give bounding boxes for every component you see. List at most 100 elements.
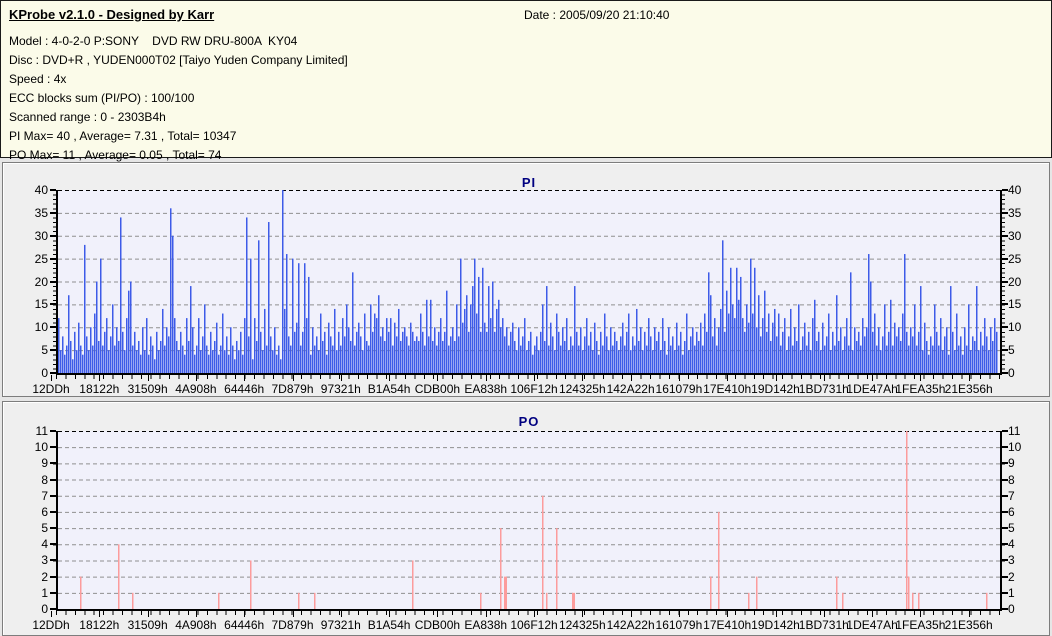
pi-bar	[146, 318, 148, 373]
pi-bar	[452, 327, 454, 373]
pi-x-minor-ticks	[56, 375, 1002, 379]
pi-bar	[482, 267, 484, 373]
pi-bar	[812, 318, 814, 373]
pi-bar	[506, 327, 508, 373]
po-y-tick-left	[50, 510, 56, 513]
pi-y-tick-left	[50, 189, 56, 191]
pi-bar	[358, 322, 360, 373]
pi-bar	[272, 350, 274, 373]
po-x-tick	[920, 611, 922, 617]
pi-y-axis-label-left: 40	[34, 183, 48, 197]
pi-x-axis-label: 161079h	[655, 382, 703, 396]
pi-bar	[362, 350, 364, 373]
pi-bar	[444, 331, 446, 373]
pi-bar	[572, 345, 574, 373]
po-y-axis-label-right: 1	[1008, 585, 1015, 600]
pi-bar	[620, 336, 622, 373]
pi-x-axis-label: EA838h	[464, 382, 508, 396]
pi-bar	[210, 331, 212, 373]
pi-bar	[438, 331, 440, 373]
po-x-tick	[678, 611, 680, 617]
pi-bar	[442, 340, 444, 373]
pi-bar	[68, 295, 70, 373]
pi-bar	[722, 240, 724, 373]
pi-bar	[316, 336, 318, 373]
pi-bar	[550, 322, 552, 373]
pi-bar	[866, 327, 868, 373]
pi-bar	[566, 318, 568, 373]
pi-bar	[936, 331, 938, 373]
pi-bar	[344, 336, 346, 373]
pi-bar	[170, 208, 172, 373]
pi-bar	[830, 350, 832, 373]
pi-bar	[338, 331, 340, 373]
pi-bar	[814, 299, 816, 373]
pi-bar	[500, 327, 502, 373]
pi-y-tick-left	[50, 349, 56, 352]
pi-bar	[584, 336, 586, 373]
pi-bar	[870, 281, 872, 373]
pi-x-axis-label: B1A54h	[367, 382, 411, 396]
pi-x-axis-label: 31509h	[127, 382, 168, 396]
pi-bar	[182, 345, 184, 373]
pi-bar	[332, 345, 334, 373]
pi-bar	[258, 240, 260, 373]
pi-bar	[626, 331, 628, 373]
pi-bar	[994, 318, 996, 373]
pi-bar	[860, 345, 862, 373]
pi-bar	[798, 304, 800, 373]
pi-bar	[590, 331, 592, 373]
pi-bar	[60, 350, 62, 373]
pi-bar	[102, 345, 104, 373]
po-plot-area	[50, 430, 1008, 617]
pi-bar	[816, 340, 818, 373]
pi-bar	[450, 336, 452, 373]
po-x-tick	[437, 611, 439, 617]
pi-bar	[720, 308, 722, 373]
pi-bar	[72, 359, 74, 373]
po-x-axis-label: 161079h	[655, 618, 703, 632]
pi-bar	[112, 304, 114, 373]
pi-bar	[460, 258, 462, 373]
pi-bar	[394, 322, 396, 373]
pi-bar	[778, 313, 780, 373]
pi-bar	[724, 331, 726, 373]
pi-bar	[290, 345, 292, 373]
pi-bar	[884, 304, 886, 373]
pi-bar	[426, 299, 428, 373]
po-y-axis-label-left: 7	[41, 488, 48, 503]
po-x-tick	[389, 611, 391, 617]
pi-y-tick-left	[50, 372, 56, 374]
pi-bar	[492, 281, 494, 373]
pi-bar	[776, 336, 778, 373]
pi-bar	[88, 350, 90, 373]
pi-bar	[784, 318, 786, 373]
pi-bar	[818, 331, 820, 373]
pi-bar	[386, 318, 388, 373]
pi-bar	[212, 350, 214, 373]
pi-bar	[638, 340, 640, 373]
pi-bar	[334, 308, 336, 373]
po-y-tick-left	[50, 527, 56, 530]
pi-bar	[898, 327, 900, 373]
pi-bar	[624, 345, 626, 373]
pi-bar	[702, 345, 704, 373]
pi-bar	[976, 286, 978, 373]
pi-bar	[608, 350, 610, 373]
pi-bar	[698, 340, 700, 373]
pi-bar	[820, 350, 822, 373]
pi-bar	[396, 336, 398, 373]
pi-bar	[966, 345, 968, 373]
pi-y-tick-left	[50, 211, 56, 214]
po-x-tick	[775, 611, 777, 617]
pi-bar	[746, 304, 748, 373]
pi-bar	[158, 350, 160, 373]
pi-bar	[480, 331, 482, 373]
pi-bar	[822, 322, 824, 373]
pi-bar	[786, 350, 788, 373]
pi-bar	[234, 359, 236, 373]
pi-x-axis-label: 97321h	[320, 382, 361, 396]
pi-y-axis-label-left: 5	[41, 343, 48, 358]
pi-bar	[188, 340, 190, 373]
po-bar	[546, 592, 548, 609]
